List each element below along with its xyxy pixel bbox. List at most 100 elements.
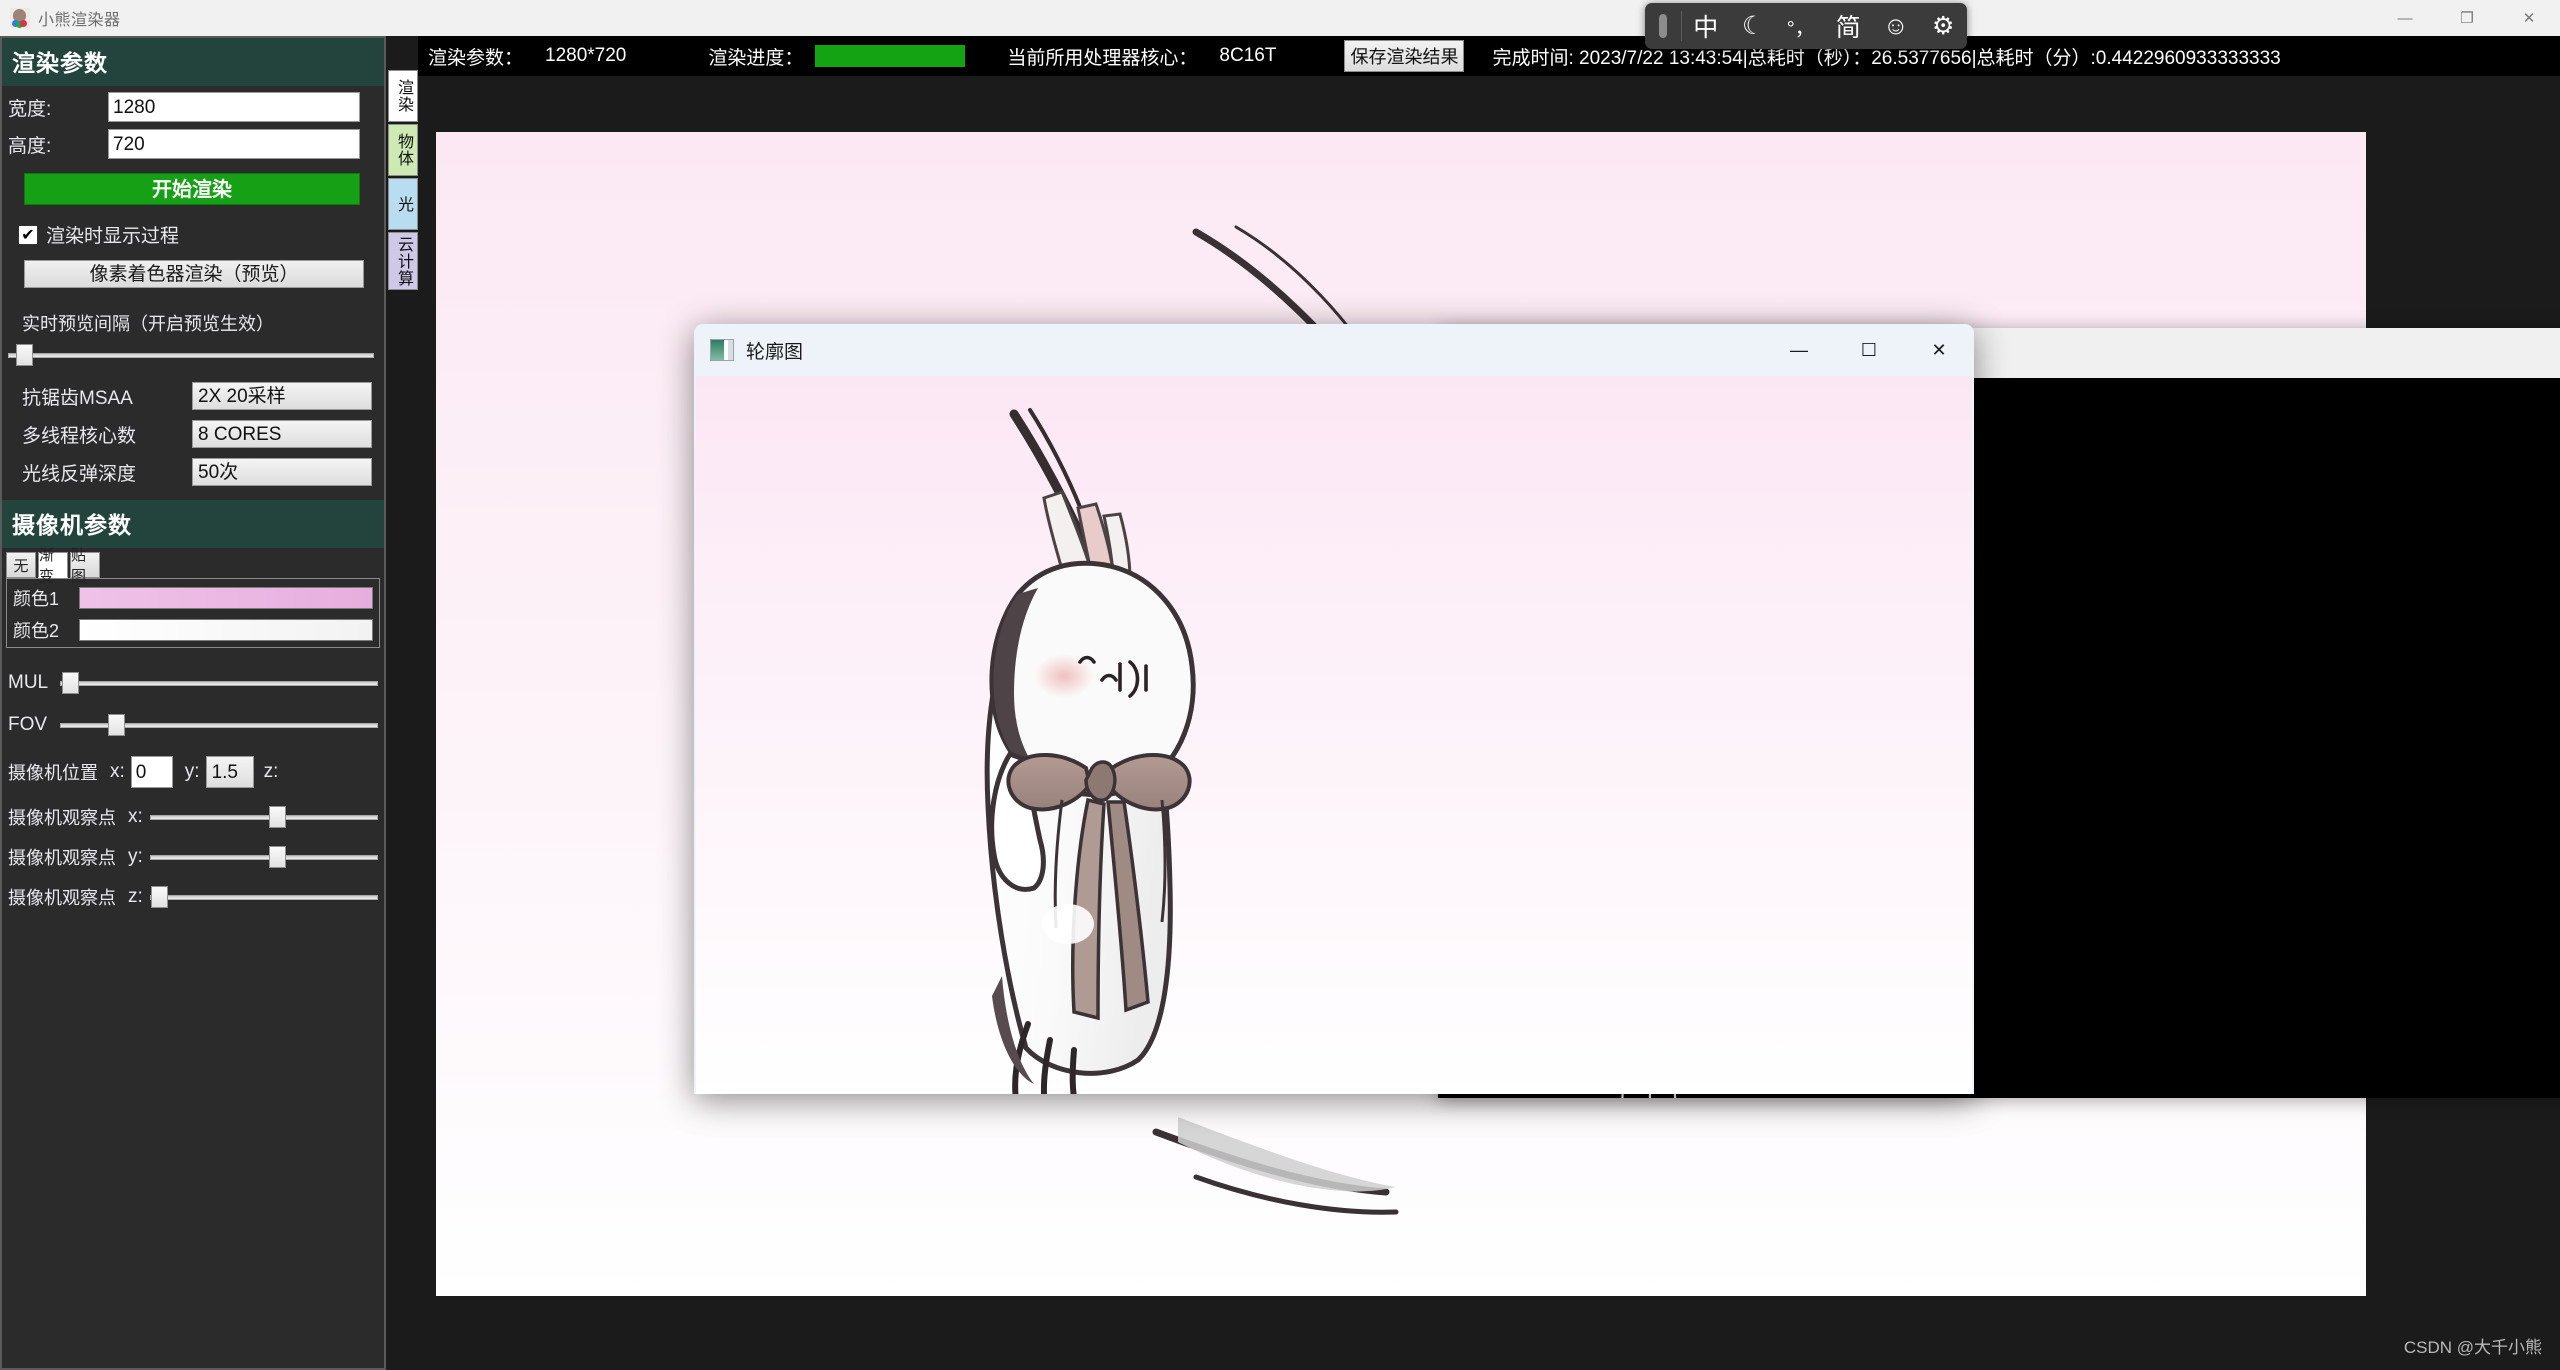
bg-tab-none-label: 无 <box>13 557 29 575</box>
bounce-depth-row: 光线反弹深度 50次 <box>2 458 384 486</box>
slider-track <box>8 353 374 358</box>
settings-sidebar: 渲染参数 宽度: 1280 高度: 720 开始渲染 ✔ 渲染时显示过程 像素着… <box>0 36 386 1370</box>
bounce-depth-combo[interactable]: 50次 <box>192 458 372 486</box>
lookat-x-thumb[interactable] <box>268 806 286 828</box>
color2-label: 颜色2 <box>13 621 60 641</box>
color1-row: 颜色1 <box>7 585 379 611</box>
preview-interval-label: 实时预览间隔（开启预览生效） <box>22 314 274 334</box>
color1-swatch[interactable] <box>79 587 373 609</box>
ime-toolbar[interactable]: 中 ☾ °， 简 ☺ ⚙ <box>1645 3 1967 49</box>
vtab-lights-label: 光 <box>395 195 412 213</box>
lookat-x-row: 摄像机观察点 x: <box>2 804 384 830</box>
lookat-y-label: 摄像机观察点 <box>8 848 116 868</box>
width-row: 宽度: 1280 <box>2 92 384 122</box>
slider-thumb[interactable] <box>16 344 33 366</box>
ime-mode-chinese[interactable]: 中 <box>1682 8 1730 44</box>
lookat-y-thumb[interactable] <box>268 846 286 868</box>
lookat-z-axis: z: <box>128 886 143 907</box>
cores-label: 多线程核心数 <box>22 425 137 447</box>
color-group: 颜色1 颜色2 <box>6 578 380 648</box>
ime-settings-icon[interactable]: ⚙ <box>1920 11 1968 41</box>
vtab-objects[interactable]: 物体 <box>388 124 418 176</box>
width-input[interactable]: 1280 <box>108 92 360 122</box>
save-render-result-button[interactable]: 保存渲染结果 <box>1344 40 1465 72</box>
mul-label: MUL <box>8 672 49 693</box>
fov-slider[interactable] <box>60 712 378 738</box>
contour-window-icon <box>710 339 734 361</box>
camera-section-header: 摄像机参数 <box>2 500 384 548</box>
ime-drag-handle[interactable] <box>1659 14 1667 38</box>
render-canvas-area: — ☐ ✕ <box>418 76 2560 1370</box>
shaded-bunny-figure <box>984 408 1196 1094</box>
cores-row: 多线程核心数 8 CORES <box>2 420 384 448</box>
vtab-cloud-compute[interactable]: 云计算 <box>388 232 418 290</box>
vtab-render-label: 渲染 <box>395 79 412 113</box>
contour-minimize-button[interactable]: — <box>1764 324 1834 376</box>
vtab-objects-label: 物体 <box>395 133 412 167</box>
msaa-row: 抗锯齿MSAA 2X 20采样 <box>2 382 384 410</box>
width-label: 宽度: <box>8 98 52 120</box>
ime-punctuation-icon[interactable]: °， <box>1777 12 1825 41</box>
cpu-cores-value: 8C16T <box>1219 45 1277 66</box>
contour-maximize-button[interactable]: ☐ <box>1834 324 1904 376</box>
fov-row: FOV <box>2 712 384 738</box>
bg-tab-none[interactable]: 无 <box>6 552 36 578</box>
app-logo-icon <box>10 8 30 28</box>
csdn-watermark: CSDN @大千小熊 <box>2403 1338 2542 1357</box>
minimize-button[interactable]: — <box>2374 0 2436 36</box>
lookat-y-axis: y: <box>128 846 143 867</box>
campos-y-axis: y: <box>184 761 200 782</box>
lookat-z-label: 摄像机观察点 <box>8 888 116 908</box>
campos-x-input[interactable]: 0 <box>130 756 173 788</box>
render-progress-fill <box>815 45 966 67</box>
contour-window-canvas <box>696 376 1972 1094</box>
contour-window-titlebar[interactable]: 轮廓图 — ☐ ✕ <box>694 324 1974 376</box>
lookat-x-slider[interactable] <box>150 804 378 830</box>
render-params-value: 1280*720 <box>545 45 627 66</box>
vtab-render[interactable]: 渲染 <box>388 70 418 122</box>
pixel-shader-render-button[interactable]: 像素着色器渲染（预览） <box>24 260 364 288</box>
close-button[interactable]: ✕ <box>2498 0 2560 36</box>
contour-child-window: 轮廓图 — ☐ ✕ <box>694 324 1974 1094</box>
render-progress-bar <box>815 45 966 67</box>
lookat-z-row: 摄像机观察点 z: <box>2 884 384 910</box>
lookat-z-thumb[interactable] <box>151 886 168 908</box>
campos-z-axis: z: <box>263 761 279 782</box>
start-render-button[interactable]: 开始渲染 <box>24 173 360 205</box>
bg-tab-gradient[interactable]: 渐变 <box>38 547 68 585</box>
lookat-x-track <box>150 815 378 820</box>
height-row: 高度: 720 <box>2 129 384 159</box>
cores-combo[interactable]: 8 CORES <box>192 420 372 448</box>
vtab-lights[interactable]: 光 <box>388 178 418 230</box>
ime-moon-icon[interactable]: ☾ <box>1730 11 1778 41</box>
fov-label: FOV <box>8 714 48 735</box>
bg-tab-texture[interactable]: 贴图 <box>70 547 100 585</box>
height-label: 高度: <box>8 135 52 157</box>
campos-y-input[interactable]: 1.5 <box>205 756 254 788</box>
mul-slider[interactable] <box>60 670 378 696</box>
lookat-y-row: 摄像机观察点 y: <box>2 844 384 870</box>
maximize-button[interactable]: ❐ <box>2436 0 2498 36</box>
bounce-depth-label: 光线反弹深度 <box>22 463 137 485</box>
show-process-checkbox[interactable]: ✔ <box>18 224 38 245</box>
mul-thumb[interactable] <box>62 672 79 694</box>
color2-swatch[interactable] <box>79 619 373 641</box>
ime-emoji-icon[interactable]: ☺ <box>1872 12 1920 41</box>
ime-simplified-icon[interactable]: 简 <box>1825 8 1873 44</box>
show-process-row[interactable]: ✔ 渲染时显示过程 <box>2 215 384 254</box>
render-section-header: 渲染参数 <box>2 38 384 86</box>
msaa-combo[interactable]: 2X 20采样 <box>192 382 372 410</box>
camera-position-label: 摄像机位置 <box>8 763 98 783</box>
contour-window-controls: — ☐ ✕ <box>1764 324 1974 376</box>
category-tabs: 渲染 物体 光 云计算 <box>388 70 418 292</box>
cpu-cores-label: 当前所用处理器核心： <box>1007 47 1198 69</box>
bg-tab-texture-label: 贴图 <box>71 547 87 585</box>
background-mode-tabs: 无 渐变 贴图 <box>2 547 384 585</box>
height-input[interactable]: 720 <box>108 129 360 159</box>
lookat-y-slider[interactable] <box>150 844 378 870</box>
fov-thumb[interactable] <box>108 714 125 736</box>
contour-close-button[interactable]: ✕ <box>1904 324 1974 376</box>
render-statusbar: 渲染参数： 1280*720 渲染进度： 当前所用处理器核心： 8C16T 保存… <box>418 36 2560 76</box>
lookat-z-slider[interactable] <box>150 884 378 910</box>
preview-interval-slider[interactable] <box>8 342 374 368</box>
